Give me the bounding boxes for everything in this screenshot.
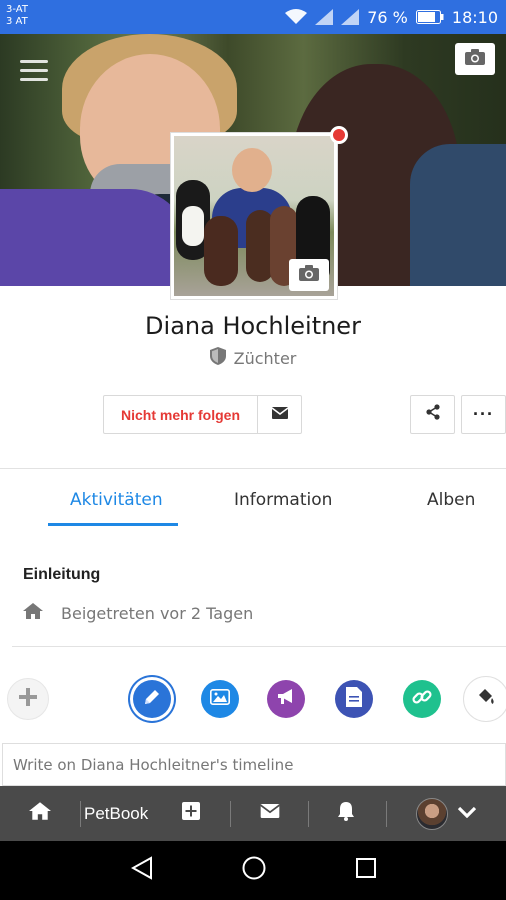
- home-button[interactable]: [20, 786, 60, 841]
- profile-camera-button[interactable]: [289, 259, 329, 291]
- share-button[interactable]: [410, 395, 455, 434]
- share-icon: [425, 404, 441, 425]
- joined-row: Beigetreten vor 2 Tagen: [23, 603, 253, 623]
- camera-icon: [299, 264, 319, 286]
- megaphone-icon: [276, 688, 296, 711]
- back-button[interactable]: [112, 841, 172, 900]
- home-system-button[interactable]: [224, 841, 284, 900]
- background-post-button[interactable]: [463, 676, 506, 722]
- home-icon: [23, 603, 43, 623]
- battery-icon: [415, 10, 444, 24]
- carrier-label: 3-AT 3 AT: [6, 4, 28, 28]
- add-post-button[interactable]: [7, 678, 49, 720]
- circle-icon: [242, 856, 266, 885]
- envelope-icon: [271, 406, 288, 424]
- profile-picture[interactable]: [170, 132, 338, 300]
- camera-icon: [465, 48, 485, 70]
- bell-icon: [337, 801, 355, 826]
- message-button[interactable]: [257, 395, 302, 434]
- shield-icon: [209, 347, 226, 369]
- create-button[interactable]: [172, 786, 210, 841]
- document-post-button[interactable]: [335, 680, 373, 718]
- account-menu-button[interactable]: [452, 786, 482, 841]
- photo-post-button[interactable]: [201, 680, 239, 718]
- intro-heading: Einleitung: [23, 566, 101, 583]
- cover-camera-button[interactable]: [455, 43, 495, 75]
- active-tab-indicator: [48, 523, 178, 526]
- recent-apps-button[interactable]: [336, 841, 396, 900]
- messages-button[interactable]: [250, 786, 290, 841]
- tab-information[interactable]: Information: [234, 490, 332, 510]
- pencil-icon: [142, 687, 162, 712]
- unfollow-button[interactable]: Nicht mehr folgen: [103, 395, 258, 434]
- brand-label[interactable]: PetBook: [84, 786, 156, 841]
- role-label: Züchter: [233, 348, 297, 368]
- signal-icon-2: [341, 9, 360, 25]
- divider: [308, 801, 309, 827]
- document-icon: [346, 686, 362, 712]
- image-icon: [210, 688, 230, 710]
- square-icon: [355, 857, 377, 884]
- divider: [0, 468, 506, 469]
- timeline-post-input[interactable]: [2, 743, 506, 786]
- link-post-button[interactable]: [403, 680, 441, 718]
- envelope-icon: [260, 804, 280, 823]
- home-icon: [29, 802, 51, 825]
- joined-label: Beigetreten vor 2 Tagen: [61, 603, 254, 623]
- carrier-line-1: 3-AT: [6, 4, 28, 15]
- back-triangle-icon: [130, 856, 153, 885]
- account-avatar[interactable]: [414, 786, 450, 841]
- status-bar: 3-AT 3 AT 76 % 18:10: [0, 0, 506, 34]
- divider: [386, 801, 387, 827]
- avatar: [416, 797, 448, 830]
- clock: 18:10: [451, 7, 498, 27]
- divider: [230, 801, 231, 827]
- profile-role: Züchter: [0, 347, 506, 369]
- divider: [80, 801, 81, 827]
- tab-albums[interactable]: Alben: [427, 490, 475, 510]
- divider: [12, 646, 506, 647]
- plus-square-icon: [182, 802, 200, 825]
- tab-activities[interactable]: Aktivitäten: [70, 490, 163, 510]
- online-status-dot: [330, 126, 348, 144]
- system-navigation-bar: [0, 841, 506, 900]
- notifications-button[interactable]: [326, 786, 366, 841]
- more-button[interactable]: ···: [461, 395, 506, 434]
- paint-bucket-icon: [476, 687, 496, 712]
- battery-percent: 76 %: [367, 7, 408, 27]
- bottom-app-bar: PetBook: [0, 786, 506, 841]
- announcement-post-button[interactable]: [267, 680, 305, 718]
- menu-icon[interactable]: [20, 60, 48, 84]
- write-post-button[interactable]: [133, 680, 171, 718]
- plus-icon: [18, 687, 38, 712]
- status-icons: 76 % 18:10: [285, 0, 498, 34]
- chevron-down-icon: [457, 805, 477, 823]
- profile-name: Diana Hochleitner: [145, 312, 361, 340]
- signal-icon: [315, 9, 334, 25]
- wifi-icon: [285, 9, 308, 25]
- link-icon: [412, 687, 432, 712]
- brand-name: PetBook: [84, 803, 149, 823]
- carrier-line-2: 3 AT: [6, 16, 28, 27]
